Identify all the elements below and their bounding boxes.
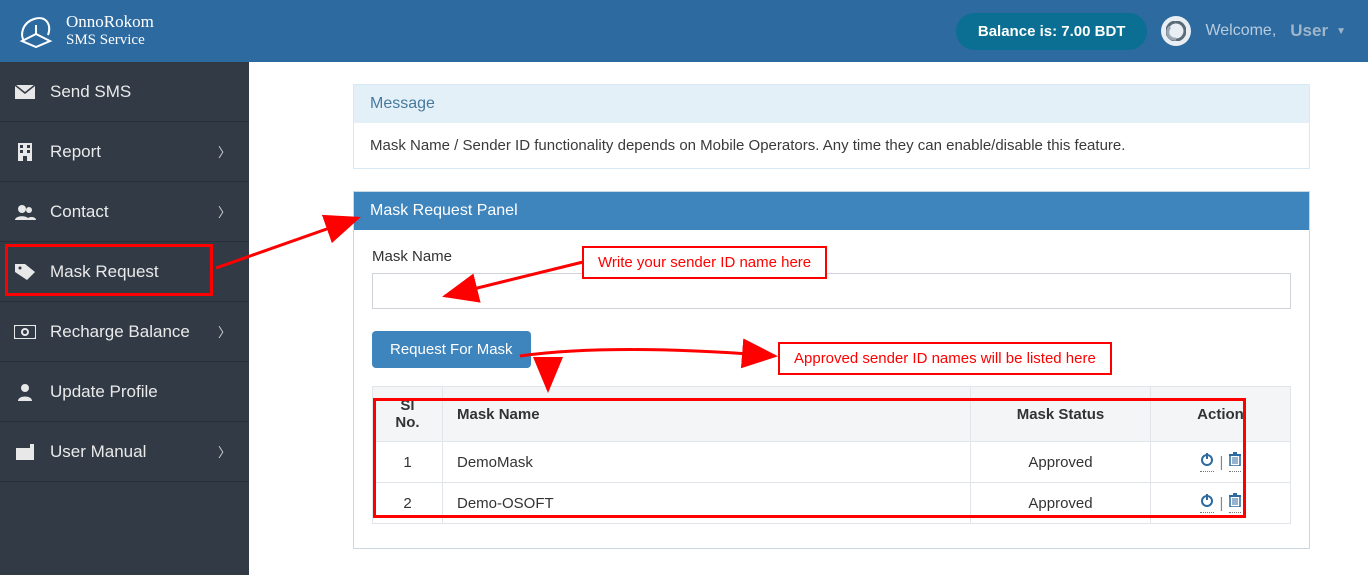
col-slno: Sl No. xyxy=(373,387,443,442)
info-panel: Message Mask Name / Sender ID functional… xyxy=(353,84,1310,169)
mask-name-label: Mask Name xyxy=(372,248,1291,265)
user-name: User xyxy=(1290,21,1328,41)
balance-pill[interactable]: Balance is: 7.00 BDT xyxy=(956,13,1148,50)
sidebar-item-label: Mask Request xyxy=(50,262,159,282)
info-panel-title: Message xyxy=(354,85,1309,123)
chevron-right-icon: 〉 xyxy=(218,322,231,341)
brand-line1: OnnoRokom xyxy=(66,13,154,32)
sidebar-item-report[interactable]: Report 〉 xyxy=(0,122,249,182)
separator: | xyxy=(1220,454,1224,471)
col-status: Mask Status xyxy=(971,387,1151,442)
brand-logo: OnnoRokom SMS Service xyxy=(0,0,249,62)
power-icon[interactable] xyxy=(1200,493,1214,513)
chevron-right-icon: 〉 xyxy=(218,202,231,221)
sidebar-item-label: Update Profile xyxy=(50,382,158,402)
mask-name-input[interactable] xyxy=(372,273,1291,309)
cell-slno: 1 xyxy=(373,442,443,483)
sidebar-item-label: Recharge Balance xyxy=(50,322,190,342)
mask-table: Sl No. Mask Name Mask Status Action 1 De… xyxy=(372,386,1291,524)
table-row: 1 DemoMask Approved | xyxy=(373,442,1291,483)
sidebar-item-label: User Manual xyxy=(50,442,146,462)
user-menu[interactable]: User ▼ xyxy=(1290,21,1346,41)
building-icon xyxy=(14,143,36,161)
cell-slno: 2 xyxy=(373,483,443,524)
manual-icon xyxy=(14,444,36,460)
brand-line2: SMS Service xyxy=(66,32,154,49)
top-header: OnnoRokom SMS Service Balance is: 7.00 B… xyxy=(0,0,1368,62)
user-icon xyxy=(14,383,36,401)
separator: | xyxy=(1220,495,1224,512)
col-action: Action xyxy=(1151,387,1291,442)
sidebar-item-send-sms[interactable]: Send SMS xyxy=(0,62,249,122)
sidebar-item-user-manual[interactable]: User Manual 〉 xyxy=(0,422,249,482)
chevron-right-icon: 〉 xyxy=(218,142,231,161)
company-avatar-icon[interactable] xyxy=(1161,16,1191,46)
trash-icon[interactable] xyxy=(1229,493,1241,513)
cell-status: Approved xyxy=(971,442,1151,483)
sidebar: Send SMS Report 〉 Contact 〉 Mask Request xyxy=(0,62,249,575)
sidebar-item-mask-request[interactable]: Mask Request xyxy=(0,242,249,302)
annotation-write-hint: Write your sender ID name here xyxy=(582,246,827,279)
request-mask-button[interactable]: Request For Mask xyxy=(372,331,531,368)
panel-title: Mask Request Panel xyxy=(354,192,1309,230)
trash-icon[interactable] xyxy=(1229,452,1241,472)
sidebar-item-label: Contact xyxy=(50,202,109,222)
sidebar-item-label: Send SMS xyxy=(50,82,131,102)
annotation-approved-hint: Approved sender ID names will be listed … xyxy=(778,342,1112,375)
cash-icon xyxy=(14,325,36,339)
table-row: 2 Demo-OSOFT Approved | xyxy=(373,483,1291,524)
brand-icon xyxy=(16,11,56,51)
welcome-text: Welcome, xyxy=(1205,22,1276,40)
cell-name: Demo-OSOFT xyxy=(443,483,971,524)
cell-status: Approved xyxy=(971,483,1151,524)
tags-icon xyxy=(14,264,36,280)
col-maskname: Mask Name xyxy=(443,387,971,442)
cell-name: DemoMask xyxy=(443,442,971,483)
sidebar-item-label: Report xyxy=(50,142,101,162)
main-content: Message Mask Name / Sender ID functional… xyxy=(249,62,1368,575)
sidebar-item-contact[interactable]: Contact 〉 xyxy=(0,182,249,242)
info-panel-body: Mask Name / Sender ID functionality depe… xyxy=(354,123,1309,168)
chevron-right-icon: 〉 xyxy=(218,442,231,461)
users-icon xyxy=(14,204,36,220)
power-icon[interactable] xyxy=(1200,452,1214,472)
sidebar-item-update-profile[interactable]: Update Profile xyxy=(0,362,249,422)
caret-down-icon: ▼ xyxy=(1336,26,1346,37)
envelope-icon xyxy=(14,85,36,99)
sidebar-item-recharge[interactable]: Recharge Balance 〉 xyxy=(0,302,249,362)
